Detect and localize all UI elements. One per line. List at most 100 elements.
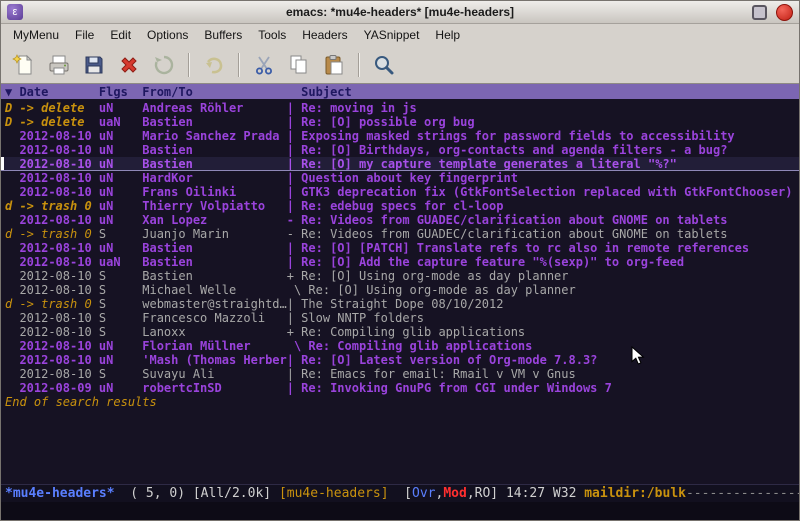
mouse-cursor xyxy=(631,346,645,366)
message-subject: | Re: edebug specs for cl-loop xyxy=(287,199,799,213)
message-from: webmaster@straightd… xyxy=(142,297,286,311)
modeline-segment: ( 5, 0) [All/2.0k] xyxy=(115,486,279,501)
mark-flag xyxy=(5,325,19,339)
message-from: Juanjo Marin xyxy=(142,227,286,241)
message-row[interactable]: d -> trash 0 uN Thierry Volpiatto | Re: … xyxy=(1,199,799,213)
mark-flag xyxy=(5,353,19,367)
message-subject: | Re: [O] Add the capture feature "%(sex… xyxy=(287,255,799,269)
mark-flag: d xyxy=(5,227,19,241)
date-or-mark: 2012-08-10 xyxy=(19,241,98,255)
message-subject: - Re: Videos from GUADEC/clarification a… xyxy=(287,213,799,227)
message-row[interactable]: 2012-08-10 uN Bastien | Re: [O] my captu… xyxy=(1,157,799,171)
message-row[interactable]: 2012-08-10 S Bastien + Re: [O] Using org… xyxy=(1,269,799,283)
mark-flag xyxy=(5,129,19,143)
close-buffer-icon xyxy=(117,53,141,77)
menu-item-options[interactable]: Options xyxy=(139,25,196,45)
header-col-date[interactable]: Date xyxy=(19,85,98,99)
message-row[interactable]: d -> trash 0 S Juanjo Marin - Re: Videos… xyxy=(1,227,799,241)
date-or-mark: -> trash 0 xyxy=(19,199,98,213)
message-subject: | Re: [O] Latest version of Org-mode 7.8… xyxy=(287,353,799,367)
message-flags: uN xyxy=(99,199,142,213)
mode-line[interactable]: *mu4e-headers* ( 5, 0) [All/2.0k] [mu4e-… xyxy=(1,484,799,502)
message-flags: uN xyxy=(99,129,142,143)
window-maximize-button[interactable] xyxy=(752,5,767,20)
date-or-mark: 2012-08-10 xyxy=(19,367,98,381)
menu-item-mymenu[interactable]: MyMenu xyxy=(5,25,67,45)
sort-direction-icon[interactable]: ▼ xyxy=(5,85,19,99)
message-from: Bastien xyxy=(142,269,286,283)
header-col-from[interactable]: From/To xyxy=(142,85,286,99)
message-from: Michael Welle xyxy=(142,283,286,297)
message-row[interactable]: 2012-08-10 uN Bastien | Re: [O] [PATCH] … xyxy=(1,241,799,255)
copy-button[interactable] xyxy=(284,50,314,80)
revert-buffer-icon xyxy=(152,53,176,77)
date-or-mark: 2012-08-10 xyxy=(19,325,98,339)
modeline-segment: 14:27 W32 xyxy=(506,486,584,501)
mark-flag xyxy=(5,311,19,325)
message-from: Bastien xyxy=(142,241,286,255)
mark-flag xyxy=(5,381,19,395)
cut-icon xyxy=(252,53,276,77)
save-icon xyxy=(82,53,106,77)
header-col-subject[interactable]: Subject xyxy=(287,85,799,99)
message-row[interactable]: 2012-08-10 S Francesco Mazzoli | Slow NN… xyxy=(1,311,799,325)
modeline-segment: [mu4e-headers] xyxy=(279,486,389,501)
menu-item-buffers[interactable]: Buffers xyxy=(196,25,250,45)
search-button[interactable] xyxy=(369,50,399,80)
paste-icon xyxy=(322,53,346,77)
modeline-segment: *mu4e-headers* xyxy=(5,486,115,501)
emacs-window: ε emacs: *mu4e-headers* [mu4e-headers] M… xyxy=(0,0,800,521)
close-buffer-button[interactable] xyxy=(114,50,144,80)
title-bar[interactable]: ε emacs: *mu4e-headers* [mu4e-headers] xyxy=(1,1,799,24)
message-row[interactable]: 2012-08-10 uN Bastien | Re: [O] Birthday… xyxy=(1,143,799,157)
cut-button[interactable] xyxy=(249,50,279,80)
message-row[interactable]: 2012-08-09 uN robertcInSD | Re: Invoking… xyxy=(1,381,799,395)
menu-item-tools[interactable]: Tools xyxy=(250,25,294,45)
save-button[interactable] xyxy=(79,50,109,80)
menu-item-headers[interactable]: Headers xyxy=(294,25,355,45)
menu-item-edit[interactable]: Edit xyxy=(102,25,139,45)
message-from: Xan Lopez xyxy=(142,213,286,227)
undo-button[interactable] xyxy=(199,50,229,80)
message-row[interactable]: 2012-08-10 uN Frans Oilinki | GTK3 depre… xyxy=(1,185,799,199)
message-row[interactable]: d -> trash 0 S webmaster@straightd… | Th… xyxy=(1,297,799,311)
echo-area[interactable] xyxy=(1,502,799,520)
message-row[interactable]: 2012-08-10 uN Mario Sanchez Prada | Expo… xyxy=(1,129,799,143)
headers-header-line: ▼ Date Flgs From/To Subject xyxy=(1,84,799,99)
revert-buffer-button[interactable] xyxy=(149,50,179,80)
message-subject: | Re: [O] Birthdays, org-contacts and ag… xyxy=(287,143,799,157)
message-row[interactable]: 2012-08-10 S Michael Welle \ Re: [O] Usi… xyxy=(1,283,799,297)
message-row[interactable]: 2012-08-10 S Lanoxx + Re: Compiling glib… xyxy=(1,325,799,339)
message-row[interactable]: D -> delete uN Andreas Röhler | Re: movi… xyxy=(1,101,799,115)
message-row[interactable]: 2012-08-10 uN 'Mash (Thomas Herbert) | R… xyxy=(1,353,799,367)
menu-item-yasnippet[interactable]: YASnippet xyxy=(356,25,428,45)
mark-flag: D xyxy=(5,115,19,129)
menu-bar: MyMenuFileEditOptionsBuffersToolsHeaders… xyxy=(1,24,799,46)
message-subject: - Re: Videos from GUADEC/clarification a… xyxy=(287,227,799,241)
window-close-button[interactable] xyxy=(776,4,793,21)
header-col-flags[interactable]: Flgs xyxy=(99,85,142,99)
print-button[interactable] xyxy=(44,50,74,80)
message-from: Bastien xyxy=(142,255,286,269)
mu4e-headers-buffer[interactable]: ▼ Date Flgs From/To Subject D -> delete … xyxy=(1,84,799,484)
message-row[interactable]: 2012-08-10 S Suvayu Ali | Re: Emacs for … xyxy=(1,367,799,381)
paste-button[interactable] xyxy=(319,50,349,80)
message-row[interactable]: 2012-08-10 uN HardKor | Question about k… xyxy=(1,171,799,185)
new-file-button[interactable] xyxy=(9,50,39,80)
message-row[interactable]: 2012-08-10 uN Xan Lopez - Re: Videos fro… xyxy=(1,213,799,227)
message-row[interactable]: 2012-08-10 uN Florian Müllner \ Re: Comp… xyxy=(1,339,799,353)
modeline-segment: ,RO] xyxy=(467,486,506,501)
toolbar-separator xyxy=(238,53,240,77)
menu-item-help[interactable]: Help xyxy=(427,25,468,45)
message-subject: | Re: [O] my capture template generates … xyxy=(287,157,799,170)
undo-icon xyxy=(202,53,226,77)
message-list: D -> delete uN Andreas Röhler | Re: movi… xyxy=(1,99,799,395)
modeline-segment: [ xyxy=(389,486,412,501)
message-flags: uN xyxy=(99,241,142,255)
search-icon xyxy=(372,53,396,77)
message-from: Mario Sanchez Prada xyxy=(142,129,286,143)
message-row[interactable]: D -> delete uaN Bastien | Re: [O] possib… xyxy=(1,115,799,129)
date-or-mark: 2012-08-10 xyxy=(19,129,98,143)
menu-item-file[interactable]: File xyxy=(67,25,102,45)
message-row[interactable]: 2012-08-10 uaN Bastien | Re: [O] Add the… xyxy=(1,255,799,269)
